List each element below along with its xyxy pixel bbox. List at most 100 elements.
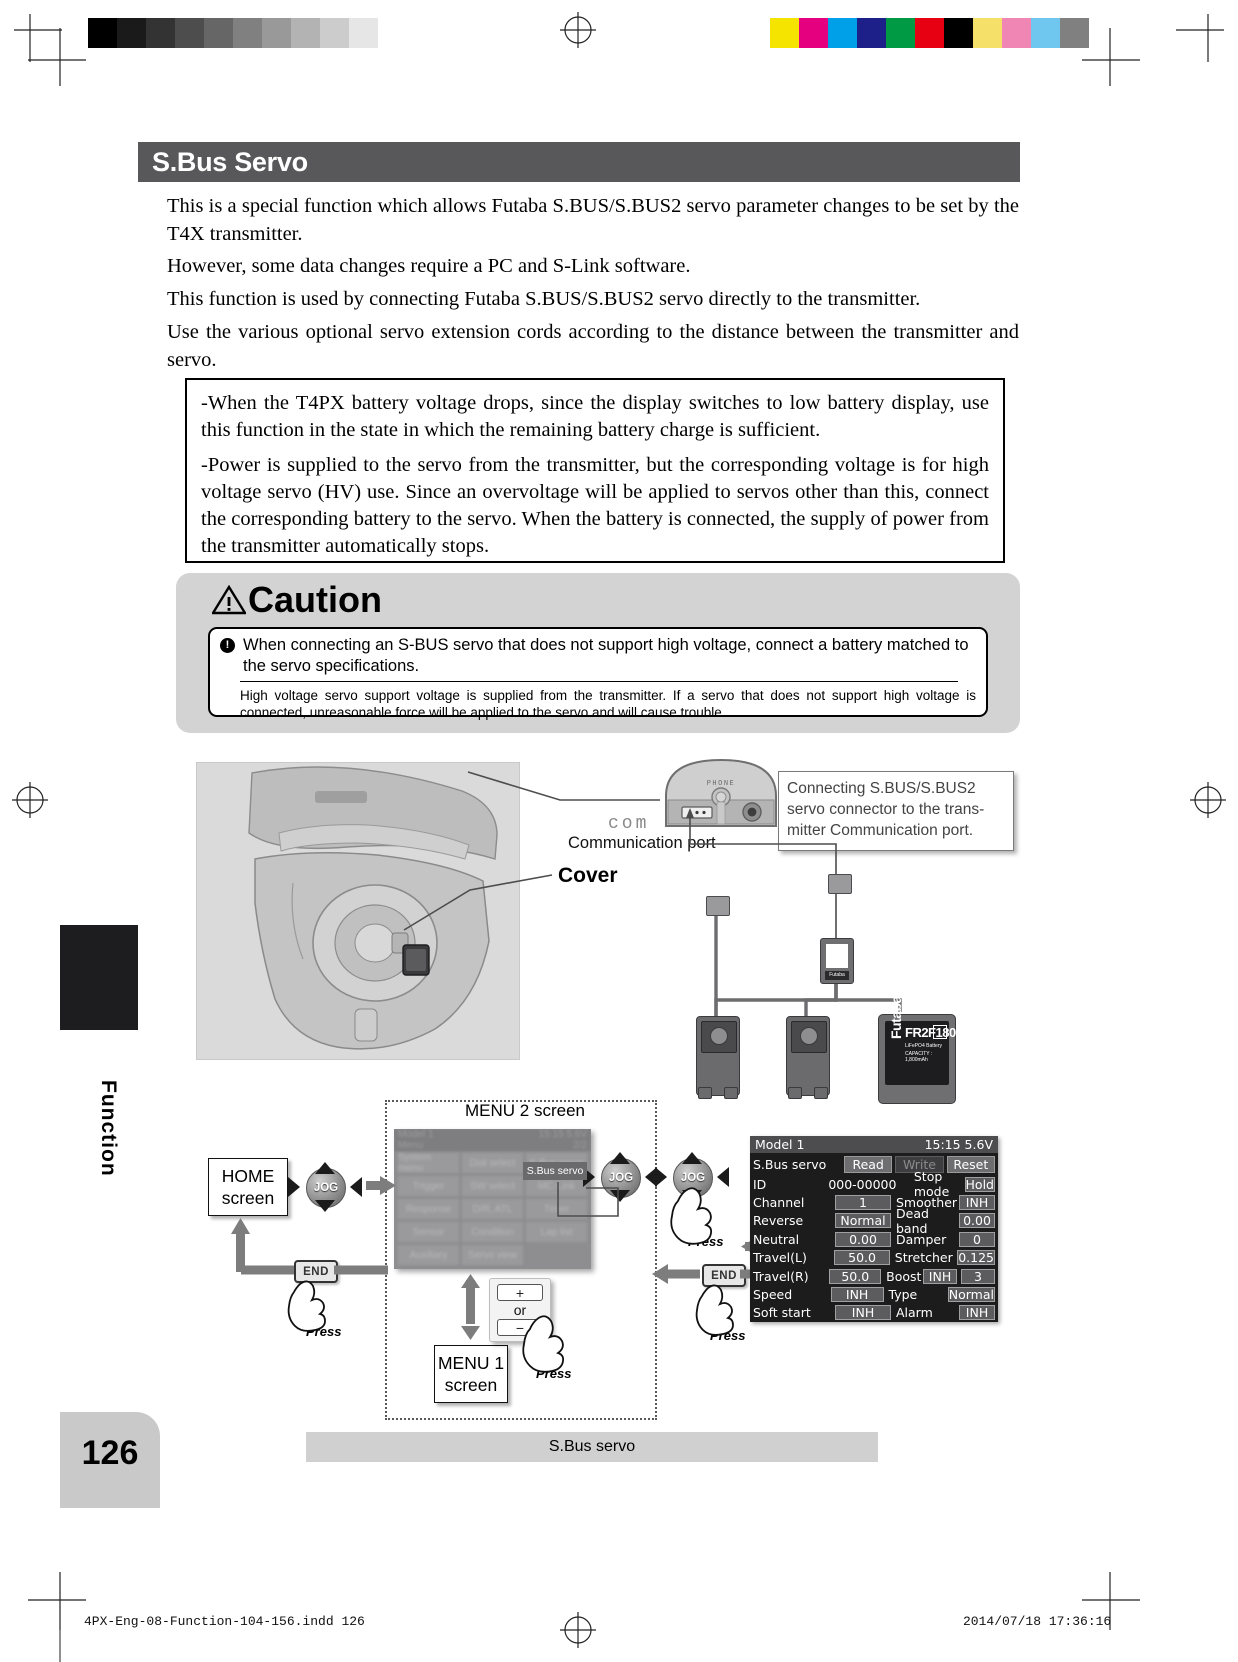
- end-button-right[interactable]: END: [702, 1264, 746, 1287]
- footer-caption: S.Bus servo: [548, 1438, 636, 1455]
- battery-spec-1: LiFePO4 Battery: [905, 1043, 942, 1049]
- servo-horn: [710, 1027, 728, 1045]
- menu2-item[interactable]: Auxiliary: [398, 1245, 459, 1265]
- jog-dial-1[interactable]: JOG: [306, 1168, 346, 1208]
- menu2-item[interactable]: Trigger: [398, 1176, 459, 1196]
- jog-dial-3[interactable]: JOG: [673, 1158, 713, 1198]
- menu2-row: Response D/R, ATL Timer: [394, 1199, 591, 1219]
- communication-port-label: Communication port: [568, 834, 716, 852]
- lcd-param-value[interactable]: INH: [830, 1287, 884, 1303]
- lcd-titlebar: Model 1 15:15 5.6V: [750, 1136, 998, 1153]
- lcd-row: Travel(R) 50.0 Boost INH 3: [753, 1267, 995, 1285]
- menu2-item[interactable]: System menu: [398, 1152, 459, 1174]
- side-index-tab: [60, 925, 138, 1030]
- caution-detail-text: High voltage servo support voltage is su…: [240, 688, 976, 720]
- print-swatch: [88, 18, 117, 48]
- side-section-label: Function: [97, 1080, 120, 1177]
- print-swatch: [944, 18, 973, 48]
- menu2-item[interactable]: Servo view: [462, 1245, 523, 1265]
- lcd-param-value-2b[interactable]: 3: [961, 1268, 995, 1284]
- press-label-right: Press: [710, 1328, 746, 1343]
- lcd-param-label: Travel(L): [753, 1250, 807, 1266]
- section-header: S.Bus Servo: [138, 142, 1020, 182]
- page-title: S.Bus Servo: [152, 146, 308, 177]
- minus-key[interactable]: −: [497, 1319, 543, 1336]
- sbus-hub: Futaba: [820, 938, 854, 984]
- lcd-row: Travel(L) 50.0 Stretcher 0.125: [753, 1249, 995, 1267]
- servo-horn: [800, 1027, 818, 1045]
- end-button-left[interactable]: END: [294, 1260, 338, 1283]
- gray-swatch-strip: [88, 18, 407, 48]
- lcd-param-value-2[interactable]: Normal: [947, 1287, 995, 1303]
- sbus-servo-screen: Model 1 15:15 5.6V S.Bus servo Read Write…: [750, 1136, 998, 1322]
- menu2-row: Auxiliary Servo view: [394, 1245, 591, 1265]
- menu2-subtitle: Menu: [398, 1140, 424, 1151]
- lcd-param-value[interactable]: 1: [835, 1195, 891, 1211]
- lcd-param-value-2[interactable]: 0: [959, 1231, 995, 1247]
- menu2-item[interactable]: Dial select: [462, 1153, 523, 1173]
- press-label-left: Press: [306, 1324, 342, 1339]
- lcd-param-value-2a[interactable]: INH: [923, 1268, 957, 1284]
- lcd-parameter-list: ID 000-00000 Stop mode Hold Channel 1 Smoother…: [750, 1169, 998, 1322]
- plus-minus-button[interactable]: + or −: [489, 1278, 551, 1342]
- print-swatch: [291, 18, 320, 48]
- menu2-row: Sensor Condition Lap list: [394, 1222, 591, 1242]
- communication-port-module: PHONE: [660, 752, 782, 830]
- menu1-screen-line2: screen: [444, 1375, 498, 1395]
- menu2-item[interactable]: Response: [398, 1199, 459, 1219]
- lcd-button-read[interactable]: Read: [844, 1155, 893, 1173]
- jog-dial-2[interactable]: JOG: [601, 1158, 641, 1198]
- caution-body: ! When connecting an S-BUS servo that do…: [208, 627, 988, 720]
- menu2-item[interactable]: Condition: [462, 1222, 523, 1242]
- lcd-param-label-2: Boost: [886, 1268, 922, 1284]
- imprint-timestamp: 2014/07/18 17:36:16: [963, 1614, 1112, 1629]
- menu2-item[interactable]: Lap list: [526, 1222, 587, 1242]
- lcd-param-value-2[interactable]: Hold: [964, 1176, 995, 1192]
- lcd-param-value[interactable]: INH: [835, 1305, 891, 1321]
- servo-unit-1: [696, 1016, 740, 1099]
- page-number-tab: 126: [60, 1412, 160, 1508]
- print-swatch: [117, 18, 146, 48]
- print-swatch: [915, 18, 944, 48]
- print-swatch: [857, 18, 886, 48]
- menu2-caption: MENU 2 screen: [465, 1101, 585, 1120]
- exclamation-icon: !: [220, 638, 235, 653]
- lcd-param-value[interactable]: Normal: [835, 1213, 891, 1229]
- lcd-param-label-2: Damper: [896, 1231, 947, 1247]
- print-swatch: [828, 18, 857, 48]
- lcd-param-label: Channel: [753, 1195, 805, 1211]
- lcd-param-value[interactable]: 50.0: [829, 1268, 882, 1284]
- menu2-item: [526, 1245, 587, 1265]
- menu2-sbus-servo-item[interactable]: S.Bus servo: [523, 1162, 587, 1180]
- lcd-param-value-2[interactable]: 0.00: [959, 1213, 995, 1229]
- caution-panel: Caution ! When connecting an S-BUS servo…: [176, 573, 1020, 733]
- lcd-row: Soft start INH Alarm INH: [753, 1304, 995, 1322]
- lcd-row: Reverse Normal Dead band 0.00: [753, 1206, 995, 1236]
- menu2-page-indicator: 2/2: [573, 1140, 587, 1151]
- battery-brand: Futaba: [888, 996, 904, 1039]
- menu2-item[interactable]: Sensor: [398, 1222, 459, 1242]
- lcd-param-label-2: Alarm: [896, 1305, 933, 1321]
- lcd-param-value-2[interactable]: INH: [959, 1195, 995, 1211]
- lcd-param-label: Soft start: [753, 1305, 811, 1321]
- hub-brand-label: Futaba: [825, 971, 849, 980]
- menu2-model-name: Model 1: [398, 1129, 434, 1140]
- lcd-param-value-2[interactable]: 0.125: [957, 1250, 995, 1266]
- lcd-param-value-2[interactable]: INH: [959, 1305, 995, 1321]
- battery-spec-2: CAPACITY : 1,800mAh: [905, 1051, 933, 1063]
- servo-mount-ear-left: [788, 1087, 802, 1099]
- lcd-param-value[interactable]: 50.0: [834, 1250, 890, 1266]
- lcd-time-voltage: 15:15 5.6V: [924, 1137, 993, 1152]
- plus-key[interactable]: +: [497, 1284, 543, 1301]
- svg-text:PHONE: PHONE: [707, 780, 736, 788]
- lcd-id-value: 000-00000: [828, 1176, 897, 1192]
- menu2-item[interactable]: SW select: [462, 1176, 523, 1196]
- menu2-item[interactable]: D/R, ATL: [462, 1199, 523, 1219]
- lcd-param-value[interactable]: 0.00: [835, 1231, 891, 1247]
- print-swatch: [799, 18, 828, 48]
- print-swatch: [320, 18, 349, 48]
- print-swatch: [886, 18, 915, 48]
- menu2-item[interactable]: Timer: [526, 1199, 587, 1219]
- lcd-screen-name: S.Bus servo: [753, 1156, 827, 1172]
- warning-triangle-icon: [212, 585, 246, 615]
